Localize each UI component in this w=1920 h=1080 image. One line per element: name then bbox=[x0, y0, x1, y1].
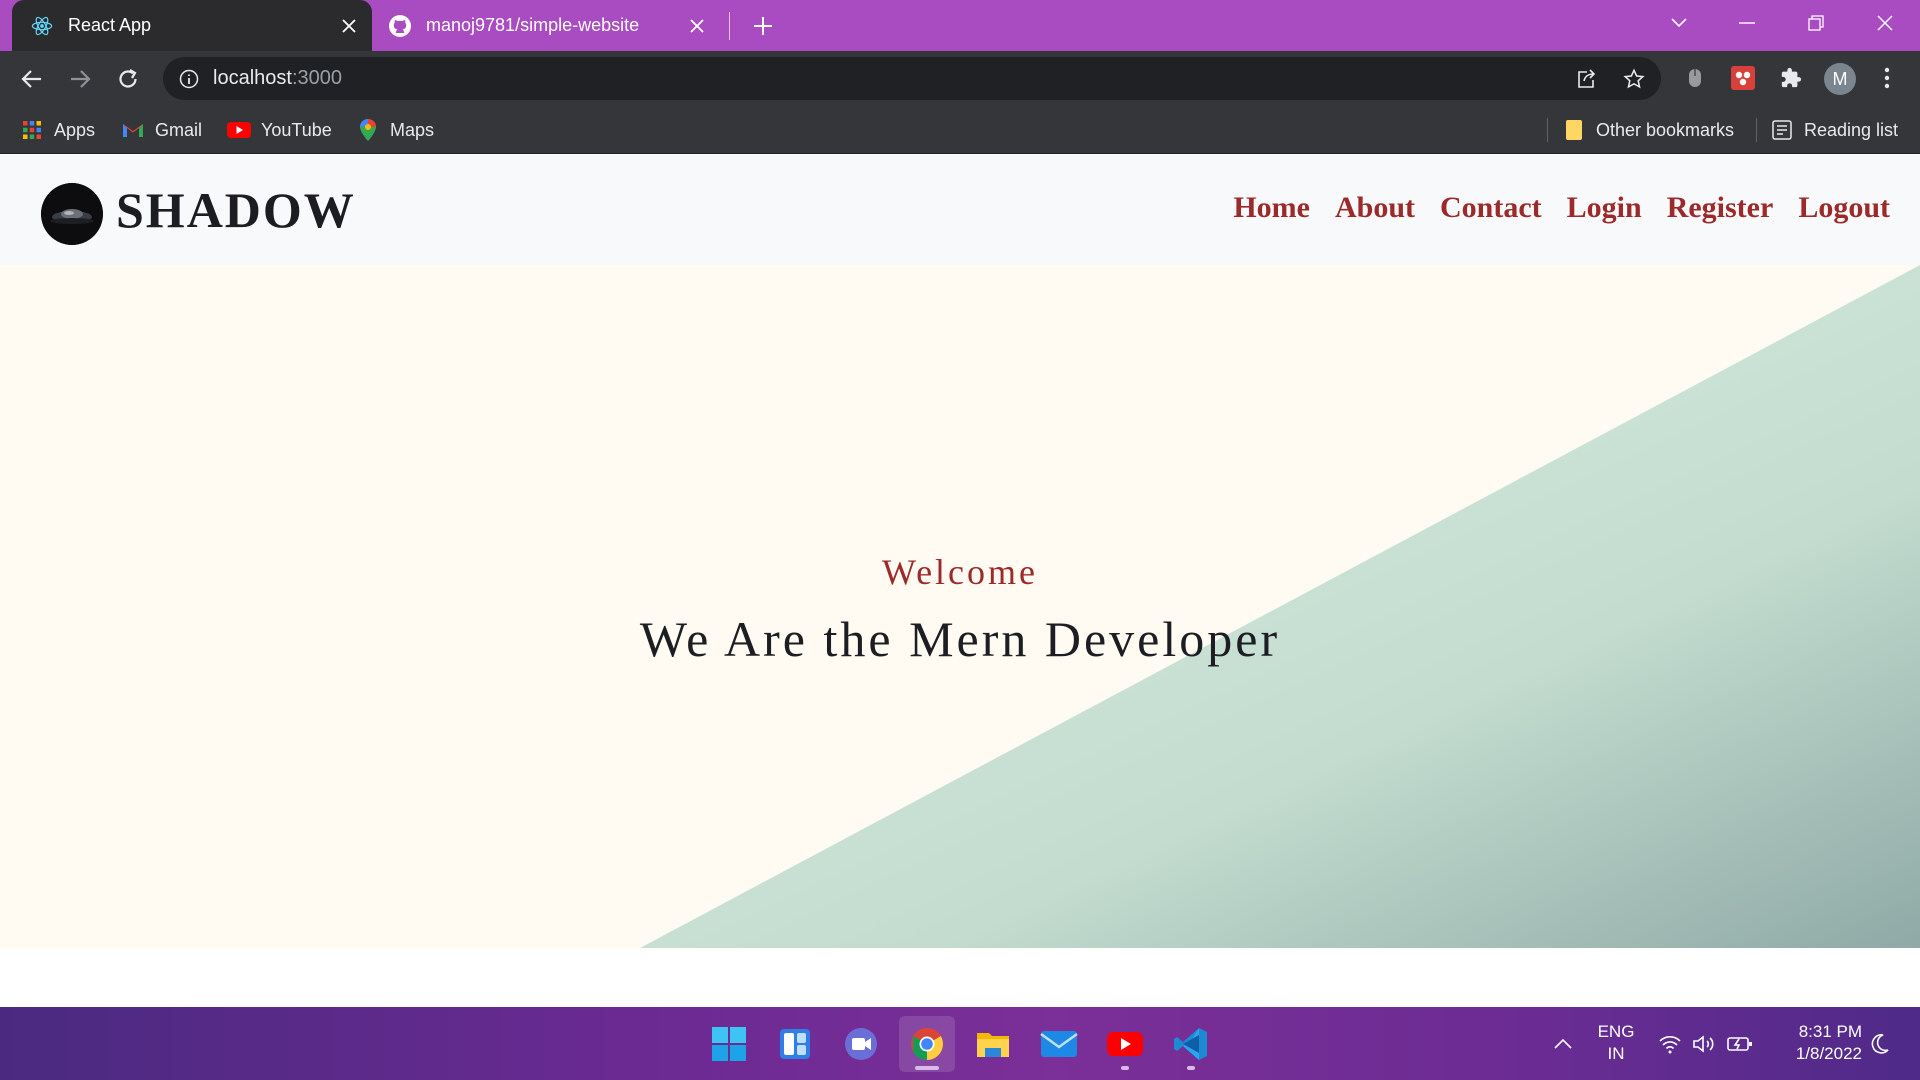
tab-separator bbox=[729, 12, 730, 40]
maps-icon bbox=[356, 118, 380, 142]
react-icon bbox=[30, 14, 54, 38]
reload-icon[interactable] bbox=[108, 59, 148, 99]
chrome-icon[interactable] bbox=[899, 1016, 955, 1072]
chevron-up-icon[interactable] bbox=[1550, 1031, 1576, 1057]
new-tab-button[interactable] bbox=[745, 8, 781, 44]
bookmark-star-icon[interactable] bbox=[1621, 66, 1647, 92]
hero-diagonal-background bbox=[640, 265, 1920, 948]
apps-grid-icon bbox=[20, 118, 44, 142]
hero-section: Welcome We Are the Mern Developer bbox=[0, 265, 1920, 948]
share-icon[interactable] bbox=[1573, 66, 1599, 92]
volume-icon[interactable] bbox=[1691, 1031, 1717, 1057]
bookmark-label: Maps bbox=[390, 119, 435, 140]
extension-red-icon[interactable] bbox=[1728, 63, 1758, 93]
nav-link-register[interactable]: Register bbox=[1667, 191, 1774, 225]
active-indicator bbox=[915, 1066, 939, 1070]
web-page: SHADOW Home About Contact Login Register… bbox=[0, 155, 1920, 1007]
extension-mouse-icon[interactable] bbox=[1680, 63, 1710, 93]
reading-list-icon bbox=[1770, 118, 1794, 142]
url-port: :3000 bbox=[291, 67, 342, 89]
vscode-icon[interactable] bbox=[1163, 1016, 1219, 1072]
nav-link-logout[interactable]: Logout bbox=[1798, 191, 1890, 225]
youtube-app-icon[interactable] bbox=[1097, 1016, 1153, 1072]
tab-github[interactable]: manoj9781/simple-website bbox=[380, 0, 720, 51]
clock-date: 1/8/2022 bbox=[1795, 1044, 1862, 1063]
nav-link-home[interactable]: Home bbox=[1233, 191, 1310, 225]
widgets-icon[interactable] bbox=[767, 1016, 823, 1072]
focus-moon-icon[interactable] bbox=[1867, 1031, 1893, 1057]
url-host: localhost bbox=[213, 67, 292, 89]
battery-charging-icon[interactable] bbox=[1727, 1031, 1753, 1057]
teams-chat-icon[interactable] bbox=[833, 1016, 889, 1072]
close-tab-icon[interactable] bbox=[680, 9, 714, 43]
minimize-icon[interactable] bbox=[1718, 0, 1776, 46]
bookmark-label: Gmail bbox=[155, 119, 203, 140]
forward-arrow-icon[interactable] bbox=[60, 59, 100, 99]
bookmark-separator bbox=[1547, 118, 1548, 142]
bookmark-label: Apps bbox=[54, 119, 96, 140]
file-explorer-icon[interactable] bbox=[965, 1016, 1021, 1072]
running-indicator bbox=[1121, 1066, 1129, 1070]
nav-link-login[interactable]: Login bbox=[1567, 191, 1642, 225]
mail-icon[interactable] bbox=[1031, 1016, 1087, 1072]
hero-title: We Are the Mern Developer bbox=[639, 611, 1281, 667]
bookmark-youtube[interactable]: YouTube bbox=[227, 106, 332, 154]
clock[interactable]: 8:31 PM 1/8/2022 bbox=[1772, 1021, 1862, 1065]
browser-tab-strip: React App manoj9781/simple-website bbox=[0, 0, 1920, 51]
bookmark-separator bbox=[1756, 118, 1757, 142]
close-tab-icon[interactable] bbox=[332, 9, 366, 43]
language-code: ENG bbox=[1597, 1022, 1635, 1041]
reading-list[interactable]: Reading list bbox=[1770, 106, 1898, 154]
address-bar[interactable]: localhost:3000 bbox=[163, 57, 1661, 100]
tab-search-icon[interactable] bbox=[1650, 0, 1708, 46]
nav-link-about[interactable]: About bbox=[1335, 191, 1415, 225]
windows-taskbar: ENG IN 8:31 PM 1/8/2022 bbox=[0, 1007, 1920, 1080]
profile-avatar[interactable]: M bbox=[1824, 63, 1856, 95]
bookmarks-bar: Apps Gmail YouTube Maps Other bookmarks … bbox=[0, 106, 1920, 154]
github-icon bbox=[388, 14, 412, 38]
youtube-icon bbox=[227, 118, 251, 142]
reading-list-label: Reading list bbox=[1804, 119, 1899, 140]
restore-icon[interactable] bbox=[1787, 0, 1845, 46]
bookmark-apps[interactable]: Apps bbox=[20, 106, 95, 154]
tab-title: React App bbox=[68, 15, 152, 35]
site-nav-links: Home About Contact Login Register Logout bbox=[1208, 191, 1890, 225]
tab-react-app[interactable]: React App bbox=[12, 0, 372, 51]
back-arrow-icon[interactable] bbox=[12, 59, 52, 99]
bookmark-maps[interactable]: Maps bbox=[356, 106, 434, 154]
close-window-icon[interactable] bbox=[1856, 0, 1914, 46]
hero-welcome: Welcome bbox=[881, 552, 1039, 592]
gmail-icon bbox=[121, 118, 145, 142]
region-code: IN bbox=[1607, 1044, 1625, 1063]
site-navbar: SHADOW Home About Contact Login Register… bbox=[0, 155, 1920, 265]
nav-link-contact[interactable]: Contact bbox=[1440, 191, 1542, 225]
menu-kebab-icon[interactable] bbox=[1872, 63, 1902, 93]
bookmark-label: YouTube bbox=[261, 119, 332, 140]
start-icon[interactable] bbox=[701, 1016, 757, 1072]
tab-title: manoj9781/simple-website bbox=[426, 15, 640, 35]
wifi-icon[interactable] bbox=[1657, 1031, 1683, 1057]
language-indicator[interactable]: ENG IN bbox=[1592, 1021, 1640, 1065]
folder-icon bbox=[1562, 118, 1586, 142]
extensions-puzzle-icon[interactable] bbox=[1776, 63, 1806, 93]
other-bookmarks-label: Other bookmarks bbox=[1596, 119, 1735, 140]
running-indicator bbox=[1187, 1066, 1195, 1070]
clock-time: 8:31 PM bbox=[1798, 1022, 1862, 1041]
browser-toolbar: localhost:3000 M bbox=[0, 51, 1920, 106]
site-brand[interactable]: SHADOW bbox=[116, 181, 356, 239]
site-info-icon[interactable] bbox=[177, 67, 201, 91]
other-bookmarks[interactable]: Other bookmarks bbox=[1562, 106, 1734, 154]
bookmark-gmail[interactable]: Gmail bbox=[121, 106, 202, 154]
site-logo[interactable] bbox=[41, 183, 103, 245]
